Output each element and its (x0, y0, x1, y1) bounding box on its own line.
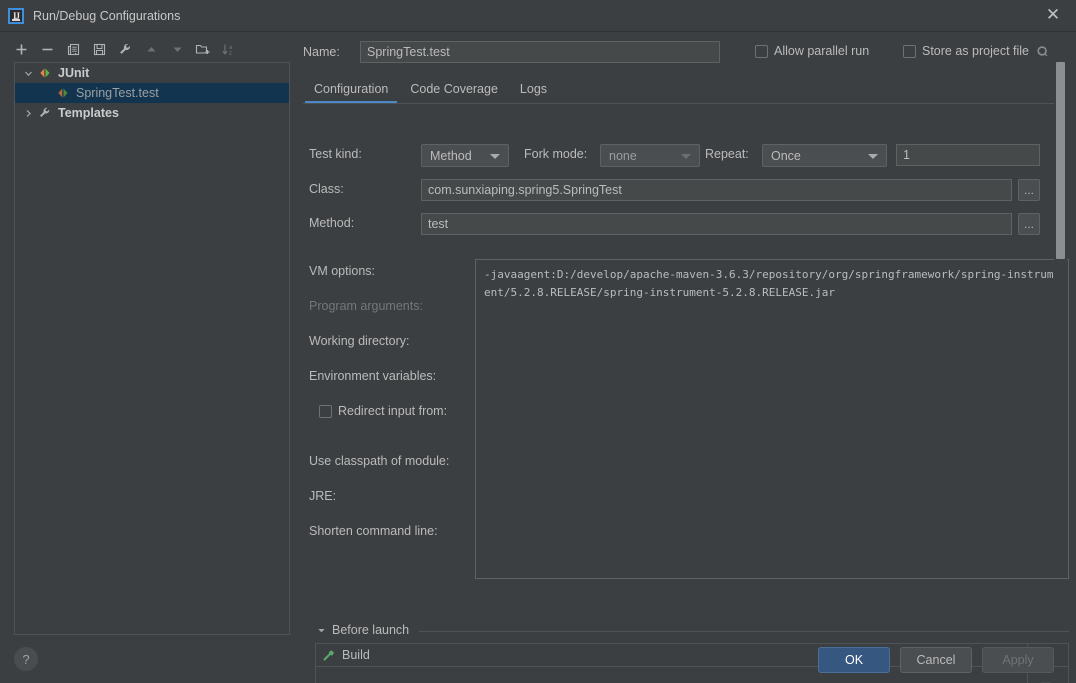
test-kind-value: Method (430, 148, 472, 163)
title-bar: IJ Run/Debug Configurations ✕ (0, 0, 1076, 32)
test-kind-select[interactable]: Method (421, 144, 509, 167)
repeat-label: Repeat: (705, 147, 749, 161)
test-kind-label-wrap: Test kind: (309, 147, 362, 161)
tree-node-junit[interactable]: JUnit (15, 63, 289, 83)
vm-options-label-wrap: VM options: (309, 264, 375, 278)
configuration-panel: Name: Allow parallel run Store as projec… (303, 33, 1076, 683)
configurations-toolbar: a z (8, 37, 290, 61)
name-row: Name: (303, 40, 720, 64)
build-hammer-icon (322, 648, 336, 662)
tree-node-templates[interactable]: Templates (15, 103, 289, 123)
intellij-idea-icon: IJ (8, 7, 24, 24)
name-label: Name: (303, 45, 340, 59)
scrollbar-thumb[interactable] (1056, 62, 1065, 259)
chevron-down-icon[interactable] (315, 626, 327, 635)
add-configuration-button[interactable] (8, 38, 34, 60)
method-input[interactable] (421, 213, 1012, 235)
repeat-select[interactable]: Once (762, 144, 887, 167)
tree-node-label: JUnit (58, 66, 90, 80)
before-launch-header[interactable]: Before launch (315, 623, 409, 637)
class-label: Class: (309, 182, 344, 196)
test-kind-label: Test kind: (309, 147, 362, 161)
method-label-wrap: Method: (309, 216, 354, 230)
checkbox-box[interactable] (319, 404, 332, 418)
apply-button[interactable]: Apply (982, 647, 1054, 673)
junit-icon (55, 85, 71, 101)
tab-logs[interactable]: Logs (509, 77, 558, 101)
dialog-buttons: OK Cancel Apply (818, 647, 1054, 673)
class-label-wrap: Class: (309, 182, 344, 196)
chevron-down-icon[interactable] (21, 69, 35, 78)
jre-label: JRE: (309, 489, 337, 503)
chevron-down-icon (681, 153, 691, 159)
store-as-project-file-checkbox[interactable]: Store as project file (903, 44, 1049, 58)
svg-text:z: z (229, 51, 232, 57)
chevron-down-icon (868, 153, 878, 159)
jre-label-wrap: JRE: (309, 489, 336, 503)
program-arguments-label: Program arguments: (309, 299, 423, 313)
allow-parallel-run-label: Allow parallel run (774, 44, 870, 58)
junit-icon (37, 65, 53, 81)
create-folder-button[interactable] (190, 38, 216, 60)
tab-configuration[interactable]: Configuration (303, 77, 399, 104)
dialog-title: Run/Debug Configurations (33, 8, 181, 23)
repeat-label-wrap: Repeat: (705, 147, 749, 161)
vm-options-textarea[interactable]: -javaagent:D:/develop/apache-maven-3.6.3… (475, 259, 1069, 579)
fork-mode-select[interactable]: none (600, 144, 700, 167)
close-icon[interactable]: ✕ (1044, 7, 1062, 25)
run-debug-configurations-dialog: IJ Run/Debug Configurations ✕ a z JUnit … (0, 0, 1076, 683)
fork-mode-value: none (609, 148, 637, 163)
use-classpath-of-module-label-wrap: Use classpath of module: (309, 454, 449, 468)
copy-configuration-button[interactable] (60, 38, 86, 60)
store-as-project-file-label: Store as project file (922, 44, 1029, 58)
class-input[interactable] (421, 179, 1012, 201)
remove-task-button[interactable] (1034, 673, 1058, 683)
move-up-button[interactable] (138, 38, 164, 60)
environment-variables-label: Environment variables: (309, 369, 437, 383)
name-input[interactable] (360, 41, 720, 63)
program-arguments-label-wrap: Program arguments: (309, 299, 423, 313)
remove-configuration-button[interactable] (34, 38, 60, 60)
sort-az-icon[interactable]: a z (216, 38, 242, 60)
tabs-divider (303, 103, 1058, 104)
ok-button[interactable]: OK (818, 647, 890, 673)
help-button[interactable]: ? (14, 647, 38, 671)
gear-icon[interactable] (1036, 45, 1049, 58)
tree-node-label: Templates (58, 106, 119, 120)
checkbox-box[interactable] (903, 44, 916, 58)
redirect-input-checkbox[interactable]: Redirect input from: (319, 404, 447, 418)
class-browse-button[interactable]: ... (1018, 179, 1040, 201)
before-launch-divider (419, 631, 1069, 632)
working-directory-label-wrap: Working directory: (309, 334, 410, 348)
fork-mode-label-wrap: Fork mode: (524, 147, 587, 161)
fork-mode-label: Fork mode: (524, 147, 588, 161)
chevron-down-icon (490, 153, 500, 159)
configurations-tree[interactable]: JUnit SpringTest.test Templates (14, 62, 290, 635)
allow-parallel-run-checkbox[interactable]: Allow parallel run (755, 44, 869, 58)
chevron-right-icon[interactable] (21, 109, 35, 118)
environment-variables-label-wrap: Environment variables: (309, 369, 436, 383)
use-classpath-of-module-label: Use classpath of module: (309, 454, 450, 468)
edit-templates-wrench-icon[interactable] (112, 38, 138, 60)
wrench-icon (37, 105, 53, 121)
before-launch-task-label: Build (342, 648, 370, 662)
checkbox-box[interactable] (755, 44, 768, 58)
cancel-button[interactable]: Cancel (900, 647, 972, 673)
method-label: Method: (309, 216, 355, 230)
method-browse-button[interactable]: ... (1018, 213, 1040, 235)
tree-node-label: SpringTest.test (76, 86, 159, 100)
repeat-count-input[interactable] (896, 144, 1040, 166)
working-directory-label: Working directory: (309, 334, 410, 348)
vm-options-label: VM options: (309, 264, 376, 278)
redirect-input-label: Redirect input from: (338, 404, 448, 418)
before-launch-title: Before launch (332, 623, 410, 637)
shorten-command-line-label: Shorten command line: (309, 524, 438, 538)
configuration-tabs: Configuration Code Coverage Logs (303, 77, 558, 105)
save-configuration-button[interactable] (86, 38, 112, 60)
move-down-button[interactable] (164, 38, 190, 60)
repeat-value: Once (771, 148, 801, 163)
shorten-command-line-label-wrap: Shorten command line: (309, 524, 438, 538)
tree-node-springtest-test[interactable]: SpringTest.test (15, 83, 289, 103)
tab-code-coverage[interactable]: Code Coverage (399, 77, 509, 101)
